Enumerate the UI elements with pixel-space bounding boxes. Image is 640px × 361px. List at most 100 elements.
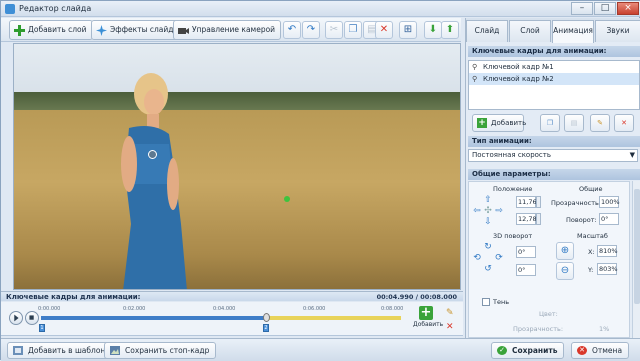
keyframe-marker[interactable] [148, 150, 157, 159]
copy-icon[interactable]: ❐ [344, 21, 362, 39]
scale-label: Масштаб [577, 232, 608, 240]
position-x-input[interactable]: 11,76 [516, 196, 537, 208]
keyframes-section-title: Ключевые кадры для анимации: [468, 46, 640, 57]
keyframe-item-label: Ключевой кадр №1 [483, 63, 554, 71]
delete-keyframe-icon[interactable]: ✕ [614, 114, 634, 132]
paste-keyframe-icon[interactable]: ▤ [564, 114, 584, 132]
timeline-add-button[interactable]: + Добавить [413, 306, 443, 334]
tick-label: 0:08.000 [381, 306, 404, 312]
edit-icon[interactable]: ✎ [446, 308, 454, 318]
general-label: Общие [579, 185, 603, 193]
tab-animation[interactable]: Анимация [552, 20, 594, 43]
arrow-left-icon[interactable]: ⇦ [472, 206, 482, 216]
position-x-spinner[interactable] [536, 196, 541, 208]
tab-sounds[interactable]: Звуки [595, 20, 640, 42]
move-up-icon[interactable]: ⬆ [441, 21, 459, 39]
undo-icon[interactable]: ↶ [283, 21, 301, 39]
tick-label: 0:04.000 [213, 306, 236, 312]
timeline-ruler: 0:00.000 0:02.000 0:04.000 0:06.000 0:08… [38, 304, 404, 312]
scale-y-input[interactable]: 803% [597, 263, 618, 275]
camera-control-label: Управление камерой [192, 25, 276, 34]
rotate3d-arrows[interactable]: ↻ ⟲ ⟳ ↺ [472, 242, 504, 274]
playhead[interactable] [263, 313, 270, 322]
rotate-right-icon[interactable]: ⟳ [494, 253, 504, 263]
timeline-delete-icon[interactable]: ✕ [446, 322, 454, 332]
toolbar: Добавить слой Эффекты слайда Управление … [1, 18, 461, 42]
template-icon [13, 346, 23, 355]
rotate3d-a-input[interactable]: 0° [516, 246, 536, 258]
scale-y-label: Y: [588, 266, 594, 274]
save-frame-label: Сохранить стоп-кадр [125, 346, 210, 355]
rotation-input[interactable]: 0° [599, 213, 619, 225]
timeline-keyframe-2[interactable]: 2 [263, 324, 269, 332]
keyframe-item-label: Ключевой кадр №2 [483, 75, 554, 83]
zoom-out-icon[interactable]: ⊖ [556, 262, 574, 280]
maximize-button[interactable]: □ [594, 2, 616, 15]
arrow-right-icon[interactable]: ⇨ [494, 206, 504, 216]
tab-bar: Слайд Слой Анимация Звуки [466, 18, 640, 43]
shadow-opacity-value[interactable]: 1% [599, 325, 609, 333]
timeline-add-label: Добавить [413, 321, 444, 328]
add-keyframe-label: Добавить [491, 119, 527, 127]
save-frame-button[interactable]: Сохранить стоп-кадр [104, 342, 217, 359]
close-button[interactable]: × [617, 2, 639, 15]
params-panel: Положение Общие ⇧ ⇦ ✣ ⇨ ⇩ 11,76 12,78 Пр… [468, 181, 630, 338]
arrow-up-icon[interactable]: ⇧ [483, 195, 493, 205]
timeline-track-rest[interactable] [266, 316, 401, 320]
params-title: Общие параметры: [468, 169, 640, 180]
plus-icon: + [477, 118, 487, 128]
position-arrows[interactable]: ⇧ ⇦ ✣ ⇨ ⇩ [472, 195, 504, 227]
center-icon[interactable]: ✣ [483, 206, 493, 216]
scale-x-input[interactable]: 810% [597, 245, 618, 257]
rotate3d-b-input[interactable]: 0° [516, 264, 536, 276]
add-layer-button[interactable]: Добавить слой [9, 20, 93, 40]
transparency-input[interactable]: 100% [599, 196, 620, 208]
delete-icon[interactable]: ✕ [375, 21, 393, 39]
image-icon [110, 346, 120, 355]
tab-slide[interactable]: Слайд [466, 20, 508, 42]
anchor-point[interactable] [284, 196, 290, 202]
chevron-down-icon: ▼ [629, 151, 635, 159]
stop-icon [29, 315, 34, 320]
align-icon[interactable]: ⊞ [399, 21, 417, 39]
slide-effects-button[interactable]: Эффекты слайда [91, 20, 185, 40]
plus-icon [14, 25, 25, 36]
save-button[interactable]: ✓ Сохранить [491, 342, 565, 359]
camera-control-button[interactable]: Управление камерой [173, 20, 282, 40]
rotate-up-icon[interactable]: ↻ [483, 242, 493, 252]
timeline-keyframe-1[interactable]: 1 [39, 324, 45, 332]
zoom-in-icon[interactable]: ⊕ [556, 242, 574, 260]
redo-icon[interactable]: ↷ [302, 21, 320, 39]
scrollbar-thumb[interactable] [634, 189, 640, 304]
stop-button[interactable] [25, 311, 39, 325]
slide-canvas[interactable] [13, 43, 461, 290]
list-item[interactable]: ⚲ Ключевой кадр №2 [469, 73, 639, 85]
tick-label: 0:06.000 [303, 306, 326, 312]
shadow-color-label: Цвет: [539, 310, 558, 318]
tab-layer[interactable]: Слой [509, 20, 551, 42]
position-y-spinner[interactable] [536, 213, 541, 225]
timeline-time: 00:04.990 / 00:08.000 [376, 293, 457, 301]
shadow-label: Тень [493, 298, 510, 306]
window-title: Редактор слайда [19, 4, 92, 13]
right-panel: Слайд Слой Анимация Звуки Ключевые кадры… [465, 18, 640, 338]
rotate-left-icon[interactable]: ⟲ [472, 253, 482, 263]
cut-icon[interactable]: ✂ [325, 21, 343, 39]
play-button[interactable] [9, 311, 23, 325]
list-item[interactable]: ⚲ Ключевой кадр №1 [469, 61, 639, 73]
add-keyframe-button[interactable]: + Добавить [472, 114, 527, 132]
add-to-templates-button[interactable]: Добавить в шаблоны [7, 342, 119, 359]
cancel-label: Отмена [592, 346, 623, 355]
copy-keyframe-icon[interactable]: ❐ [540, 114, 560, 132]
clear-keyframe-icon[interactable]: ✎ [590, 114, 610, 132]
rotate-down-icon[interactable]: ↺ [483, 264, 493, 274]
slide-editor-window: Редактор слайда – □ × Добавить слой Эффе… [0, 0, 640, 361]
arrow-down-icon[interactable]: ⇩ [483, 217, 493, 227]
move-down-icon[interactable]: ⬇ [424, 21, 442, 39]
cancel-button[interactable]: ✕ Отмена [571, 342, 630, 359]
shadow-checkbox[interactable] [482, 298, 490, 306]
animation-type-select[interactable]: Постоянная скорость ▼ [468, 149, 638, 162]
minimize-button[interactable]: – [571, 2, 593, 15]
params-scrollbar[interactable] [632, 181, 640, 338]
position-y-input[interactable]: 12,78 [516, 213, 537, 225]
